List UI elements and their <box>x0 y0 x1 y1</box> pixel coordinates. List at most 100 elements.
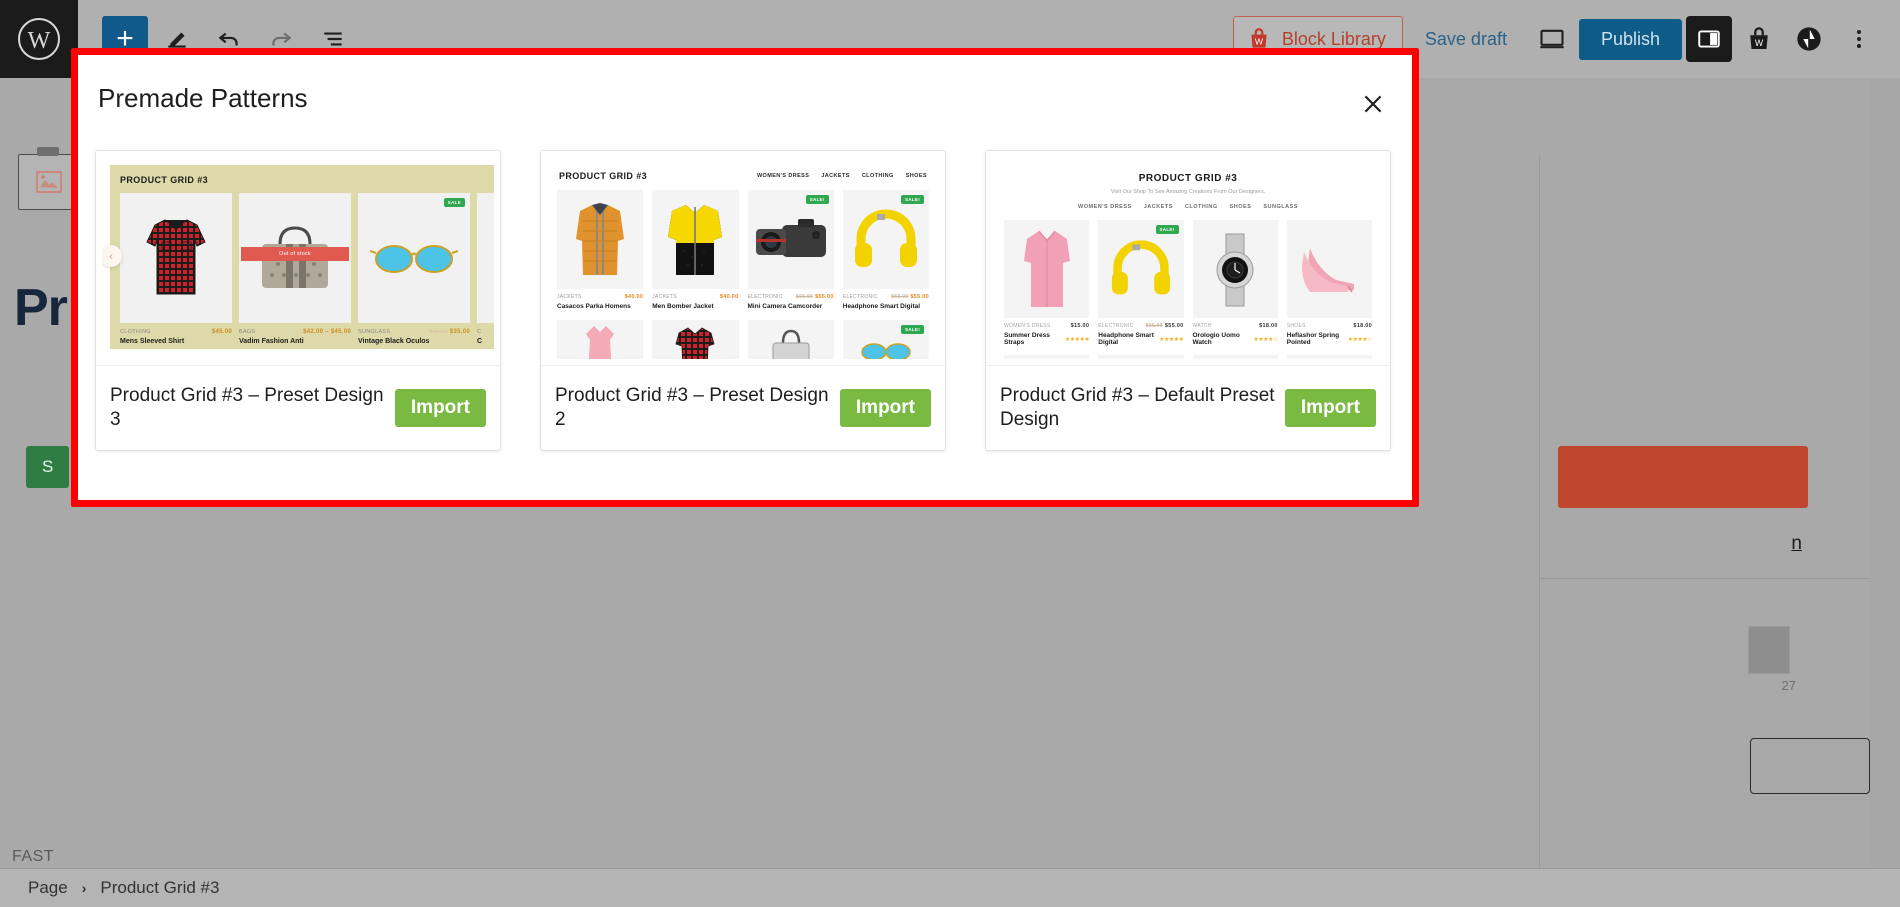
pattern-card[interactable]: PRODUCT GRID #3 CLOTHING $45.00 Mens Sle… <box>95 150 501 451</box>
nav-item: WOMEN'S DRESS <box>1078 204 1132 210</box>
out-of-stock-badge: Out of stock <box>241 247 349 261</box>
product-old-price: $65.00 <box>891 294 909 300</box>
preview-heading: PRODUCT GRID #3 <box>559 171 648 181</box>
product-name: Casacos Parka Homens <box>557 303 631 310</box>
product-image-blouse-pink <box>1004 220 1090 318</box>
product-category: C <box>477 329 482 335</box>
sale-badge: SALE <box>443 198 465 207</box>
rating-stars: ★★★★★ <box>1159 336 1184 343</box>
sale-badge: SALE! <box>901 195 924 204</box>
preview-category-nav: WOMEN'S DRESS JACKETS CLOTHING SHOES SUN… <box>1004 204 1372 210</box>
product-image-jacket-yellow-black <box>652 190 739 289</box>
pattern-card[interactable]: PRODUCT GRID #3 Visit Our Shop To See Am… <box>985 150 1391 451</box>
product-name: Vintage Black Oculos <box>358 338 430 345</box>
nav-item: JACKETS <box>1143 204 1173 210</box>
pattern-preview-thumbnail[interactable]: PRODUCT GRID #3 WOMEN'S DRESS JACKETS CL… <box>541 151 945 366</box>
preview-product: WATCH $18.00 Orologio Uomo Watch ★★★★☆ <box>1192 220 1278 346</box>
product-price: $18.00 <box>1259 323 1278 329</box>
product-price: $55.00 <box>815 294 834 300</box>
product-price: $40.00 <box>719 294 739 300</box>
nav-item: CLOTHING <box>861 173 894 179</box>
product-image-shirt-red-plaid <box>120 193 232 323</box>
product-category: CLOTHING <box>120 329 151 335</box>
svg-text:W: W <box>1255 36 1264 46</box>
kebab-menu-icon[interactable] <box>1836 16 1882 62</box>
preview-heading: PRODUCT GRID #3 <box>120 175 209 185</box>
placeholder-box <box>1098 355 1184 359</box>
product-image-watch-silver <box>1192 220 1278 318</box>
product-category: ELECTRONIC <box>747 294 783 300</box>
save-draft-button[interactable]: Save draft <box>1407 29 1525 50</box>
product-image-jacket-orange-puffer <box>557 190 644 289</box>
background-thumb-caption: 27 <box>1781 678 1796 693</box>
preview-product-partial: C C <box>477 193 494 345</box>
breadcrumb-separator-icon: › <box>81 880 87 896</box>
preview-stage: PRODUCT GRID #3 Visit Our Shop To See Am… <box>1004 165 1373 359</box>
preview-row-2: SALE! <box>557 320 929 359</box>
product-category: JACKETS <box>652 294 677 300</box>
breadcrumb-item-page[interactable]: Page <box>28 878 68 898</box>
product-category: WOMEN'S DRESS <box>1004 323 1051 329</box>
product-name: Men Bomber Jacket <box>652 303 714 310</box>
nav-item: SHOES <box>1229 204 1252 210</box>
product-image-camera-dslr: SALE! <box>747 190 834 289</box>
product-category: BAGS <box>239 329 256 335</box>
product-price: $55.00 <box>1164 323 1184 329</box>
nav-item: WOMEN'S DRESS <box>756 173 810 179</box>
nav-item: CLOTHING <box>1184 204 1218 210</box>
pattern-preview-thumbnail[interactable]: PRODUCT GRID #3 CLOTHING $45.00 Mens Sle… <box>96 151 500 366</box>
image-block-icon <box>36 171 62 193</box>
product-price: $40.00 <box>624 294 644 300</box>
product-price: $55.00 <box>910 294 929 300</box>
preview-row-placeholder <box>1004 355 1372 359</box>
sidebar-panel-icon[interactable] <box>1686 16 1732 62</box>
background-green-button[interactable]: S <box>26 446 70 488</box>
import-button[interactable]: Import <box>1284 389 1376 427</box>
product-image-sunglasses-aviator: SALE! <box>842 320 929 359</box>
publish-button[interactable]: Publish <box>1578 18 1682 60</box>
product-image-sunglasses-aviator: SALE <box>358 193 470 323</box>
preview-category-nav: WOMEN'S DRESS JACKETS CLOTHING SHOES <box>757 173 927 179</box>
nav-item: SHOES <box>905 173 927 179</box>
background-red-banner <box>1558 446 1808 508</box>
import-button[interactable]: Import <box>839 389 931 427</box>
woocommerce-bag-icon[interactable]: W <box>1736 16 1782 62</box>
preview-product: WOMEN'S DRESS $15.00 Summer Dress Straps ★… <box>1004 220 1090 346</box>
jetpack-icon[interactable] <box>1786 16 1832 62</box>
product-image-partial <box>477 193 494 323</box>
product-image-heels-pink <box>1286 220 1372 318</box>
product-old-price: $45.00 <box>429 329 448 335</box>
import-button[interactable]: Import <box>394 389 486 427</box>
rating-stars: ★★★★☆ <box>1253 336 1278 343</box>
product-image-handbag-grey <box>747 320 834 359</box>
desktop-preview-icon[interactable] <box>1529 16 1575 62</box>
product-price: $45.00 <box>211 329 232 335</box>
pattern-name: Product Grid #3 – Default Preset Design <box>1000 384 1275 430</box>
sale-badge: SALE! <box>1155 225 1179 234</box>
product-name: Vadim Fashion Anti <box>239 338 304 345</box>
pattern-card[interactable]: PRODUCT GRID #3 WOMEN'S DRESS JACKETS CL… <box>540 150 946 451</box>
pattern-card-footer: Product Grid #3 – Preset Design 3 Import <box>96 366 500 450</box>
pattern-card-footer: Product Grid #3 – Default Preset Design … <box>986 366 1390 450</box>
close-icon[interactable] <box>1354 85 1392 123</box>
preview-subheading: Visit Our Shop To See Amazing Creations … <box>1110 189 1266 195</box>
sale-badge: SALE! <box>901 325 924 334</box>
preview-product: SALE! ELECTRONIC $65.00 $55.00 Headphone… <box>842 190 929 310</box>
pattern-preview-thumbnail[interactable]: PRODUCT GRID #3 Visit Our Shop To See Am… <box>986 151 1390 366</box>
placeholder-box <box>1192 355 1278 359</box>
preview-product: JACKETS $40.00 Casacos Parka Homens <box>557 190 644 310</box>
product-old-price: $65.00 <box>796 294 814 300</box>
background-link[interactable]: n <box>1791 533 1802 555</box>
app-root: Pr S FAST 20.0 Stea n 27 W <box>0 0 1900 907</box>
product-price: $42.00 – $45.00 <box>303 329 351 335</box>
product-image-headphone-yellow: SALE! <box>842 190 929 289</box>
nav-item: JACKETS <box>821 173 850 179</box>
drag-handle[interactable] <box>37 147 59 156</box>
product-image-shirt-red-plaid <box>652 320 739 359</box>
preview-heading: PRODUCT GRID #3 <box>1138 173 1238 184</box>
breadcrumb-item-block[interactable]: Product Grid #3 <box>100 878 219 898</box>
status-bar-breadcrumb: Page › Product Grid #3 <box>0 868 1900 907</box>
background-input-field[interactable] <box>1750 738 1870 794</box>
wordpress-icon[interactable]: W <box>0 0 78 78</box>
preview-product: SHOES $18.00 Heflashor Spring Pointed ★★★★… <box>1286 220 1373 346</box>
